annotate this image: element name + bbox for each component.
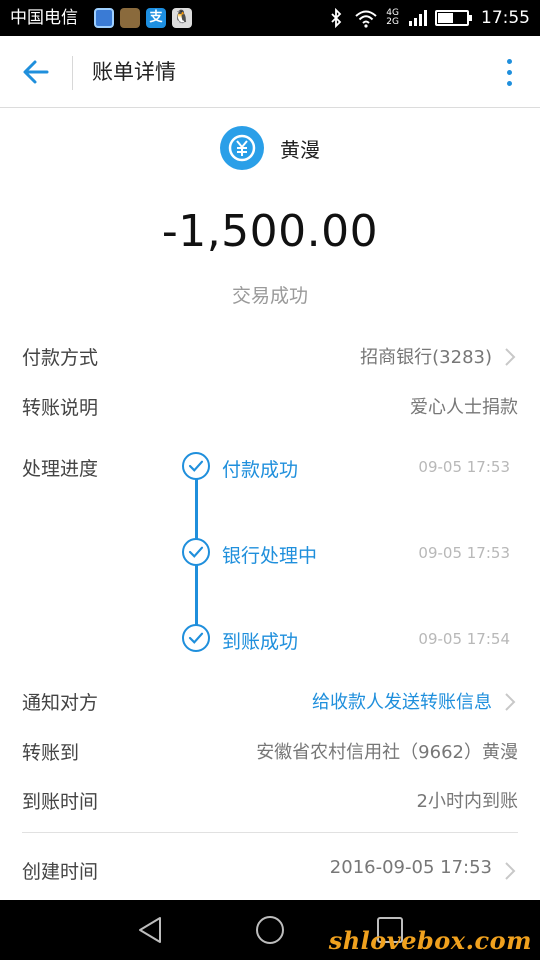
transaction-amount: -1,500.00 <box>161 206 379 257</box>
check-circle-icon <box>182 624 210 652</box>
more-dot <box>506 58 512 64</box>
progress-label: 处理进度 <box>22 458 99 480</box>
carrier-name: 中国电信 <box>10 8 78 28</box>
chevron-right-icon <box>505 348 516 366</box>
network-type-bottom: 2G <box>386 17 399 27</box>
nav-back-icon[interactable] <box>132 912 168 948</box>
step-time: 09-05 17:53 <box>418 458 510 476</box>
more-options-icon[interactable] <box>494 54 524 90</box>
transfer-to-row: 转账到 安徽省农村信用社（9662）黄漫 <box>22 734 518 768</box>
nav-home-icon[interactable] <box>252 912 288 948</box>
app-bar-divider <box>72 56 73 90</box>
timeline-step: 付款成功 09-05 17:53 <box>182 452 518 482</box>
transfer-note-label: 转账说明 <box>22 397 99 419</box>
bluetooth-icon <box>331 8 342 28</box>
more-dot <box>506 69 512 75</box>
step-time: 09-05 17:54 <box>418 630 510 648</box>
arrival-time-value: 2小时内到账 <box>416 791 518 812</box>
page-title: 账单详情 <box>92 60 176 84</box>
transfer-to-value: 安徽省农村信用社（9662）黄漫 <box>256 742 518 763</box>
step-label: 到账成功 <box>222 631 299 653</box>
transfer-yuan-icon <box>228 134 256 162</box>
check-circle-icon <box>182 452 210 480</box>
network-type: 4G 2G <box>386 9 399 27</box>
section-divider <box>22 832 518 833</box>
arrival-time-label: 到账时间 <box>22 791 99 813</box>
created-time-row[interactable]: 创建时间 2016-09-05 17:53 <box>22 853 518 887</box>
progress-timeline: 付款成功 09-05 17:53 银行处理中 09-05 17:53 到账成功 … <box>182 448 518 658</box>
clock: 17:55 <box>481 8 530 28</box>
step-label: 银行处理中 <box>222 545 318 567</box>
watermark-text: shlovebox.com <box>328 926 532 955</box>
back-arrow-icon[interactable] <box>14 50 58 94</box>
transfer-note-value: 爱心人士捐款 <box>410 397 518 418</box>
arrival-time-row: 到账时间 2小时内到账 <box>22 783 518 817</box>
chevron-right-icon <box>505 693 516 711</box>
created-time-value: 2016-09-05 17:53 <box>329 857 492 878</box>
payee-header: 黄漫 <box>0 126 540 170</box>
box-app-icon <box>120 8 140 28</box>
transfer-note-row: 转账说明 爱心人士捐款 <box>22 389 518 423</box>
cloud-app-icon <box>94 8 114 28</box>
transfer-avatar <box>220 126 264 170</box>
notification-icons: 支 🐧 <box>94 8 192 28</box>
notify-row[interactable]: 通知对方 给收款人发送转账信息 <box>22 684 518 718</box>
status-indicators: 4G 2G 17:55 <box>326 6 530 30</box>
payment-method-label: 付款方式 <box>22 347 99 369</box>
payment-method-value: 招商银行(3283) <box>360 347 492 368</box>
created-time-label: 创建时间 <box>22 861 99 883</box>
alipay-app-icon: 支 <box>146 8 166 28</box>
status-bar: 中国电信 支 🐧 4G 2G 17:55 <box>0 0 540 36</box>
battery-icon <box>435 10 472 26</box>
timeline-step: 到账成功 09-05 17:54 <box>182 624 518 654</box>
qq-app-icon: 🐧 <box>172 8 192 28</box>
app-bar: 账单详情 <box>0 36 540 108</box>
notify-link[interactable]: 给收款人发送转账信息 <box>312 688 492 714</box>
timeline-step: 银行处理中 09-05 17:53 <box>182 538 518 568</box>
check-circle-icon <box>182 538 210 566</box>
transaction-status: 交易成功 <box>231 285 308 307</box>
wifi-icon <box>355 10 377 28</box>
battery-level <box>438 13 454 23</box>
notify-label: 通知对方 <box>22 692 99 714</box>
chevron-right-icon <box>505 862 516 880</box>
signal-icon <box>409 10 427 26</box>
more-dot <box>506 80 512 86</box>
step-label: 付款成功 <box>222 459 299 481</box>
payee-name: 黄漫 <box>280 137 320 162</box>
step-time: 09-05 17:53 <box>418 544 510 562</box>
transfer-to-label: 转账到 <box>22 742 80 764</box>
payment-method-row[interactable]: 付款方式 招商银行(3283) <box>22 339 518 373</box>
